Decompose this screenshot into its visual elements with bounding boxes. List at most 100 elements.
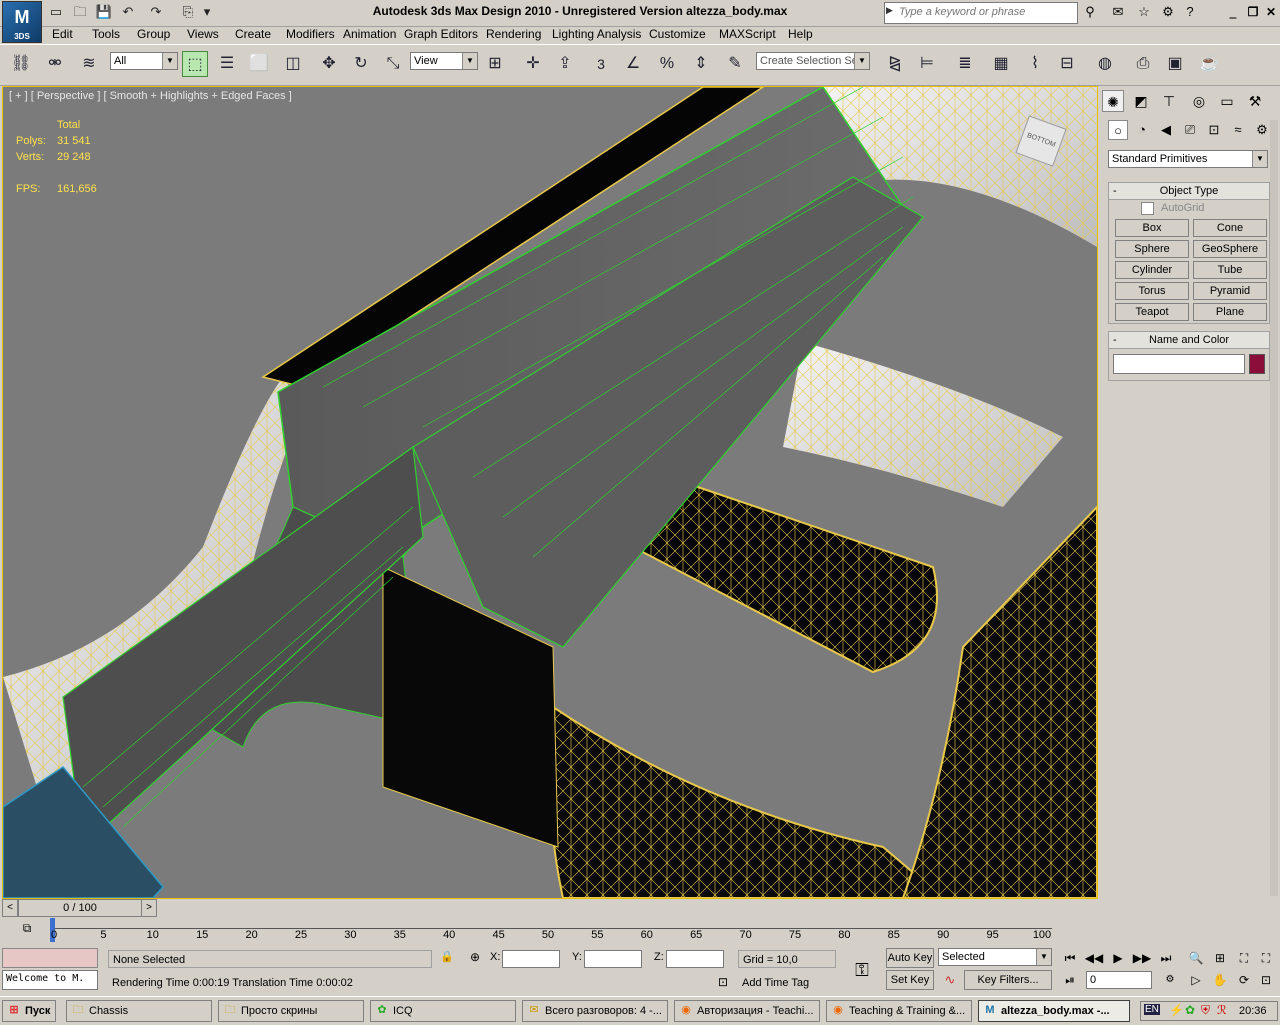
menu-help[interactable]: Help xyxy=(788,27,813,41)
menu-modifiers[interactable]: Modifiers xyxy=(286,27,335,41)
go-to-end-icon[interactable]: ⏭ xyxy=(1156,948,1176,968)
project-folder-icon[interactable]: ⎘ xyxy=(178,3,198,21)
schematic-view-icon[interactable]: ⊟ xyxy=(1054,51,1080,77)
percent-snap-icon[interactable]: % xyxy=(654,51,680,77)
key-mode-toggle-icon[interactable]: ⏯ xyxy=(1060,970,1080,990)
create-tab-icon[interactable]: ✺ xyxy=(1102,90,1124,112)
rendered-frame-window-icon[interactable]: ▣ xyxy=(1162,51,1188,77)
key-mode-dropdown[interactable]: Selected ▼ xyxy=(938,948,1052,966)
object-name-input[interactable] xyxy=(1113,354,1245,374)
angle-snap-icon[interactable]: ∠ xyxy=(620,51,646,77)
previous-key-icon[interactable]: ◀◀ xyxy=(1084,948,1104,968)
task-prosto-skriny[interactable]: 🗀 Просто скрины xyxy=(218,1000,364,1022)
primitive-category-dropdown[interactable]: Standard Primitives ▼ xyxy=(1108,150,1268,168)
language-indicator[interactable]: EN xyxy=(1144,1004,1160,1015)
zoom-all-icon[interactable]: ⊞ xyxy=(1210,948,1230,968)
x-coordinate-input[interactable] xyxy=(502,950,560,968)
next-key-icon[interactable]: ▶▶ xyxy=(1132,948,1152,968)
sphere-button[interactable]: Sphere xyxy=(1115,240,1189,258)
z-coordinate-input[interactable] xyxy=(666,950,724,968)
task-authorization-browser[interactable]: ◉ Авторизация - Teachi... xyxy=(674,1000,820,1022)
plane-button[interactable]: Plane xyxy=(1193,303,1267,321)
field-of-view-icon[interactable]: ▷ xyxy=(1186,970,1206,990)
menu-maxscript[interactable]: MAXScript xyxy=(719,27,776,41)
close-icon[interactable]: ✕ xyxy=(1262,4,1280,20)
torus-button[interactable]: Torus xyxy=(1115,282,1189,300)
time-slider-thumb[interactable]: 0 / 100 xyxy=(18,899,142,917)
antivirus-icon[interactable]: ⛨ xyxy=(1201,1003,1210,1018)
hierarchy-tab-icon[interactable]: ⊤ xyxy=(1158,90,1180,112)
task-icq[interactable]: ✿ ICQ xyxy=(370,1000,516,1022)
undo-icon[interactable]: ↶ xyxy=(118,3,138,21)
space-warps-icon[interactable]: ≈ xyxy=(1228,120,1248,140)
subscription-icon[interactable]: ⚙ xyxy=(1158,3,1178,21)
select-and-link-icon[interactable]: ⛓ xyxy=(8,51,34,77)
maxscript-mini-listener[interactable]: Welcome to M. xyxy=(2,970,98,990)
menu-rendering[interactable]: Rendering xyxy=(486,27,541,41)
auto-key-button[interactable]: Auto Key xyxy=(886,948,934,968)
minimize-icon[interactable]: ‗ xyxy=(1224,4,1242,20)
task-3dsmax[interactable]: Maltezza_body.max -... xyxy=(978,1000,1130,1022)
viewport-label[interactable]: [ + ] [ Perspective ] [ Smooth + Highlig… xyxy=(9,90,292,102)
network-icon[interactable]: ⚡ xyxy=(1169,1003,1184,1017)
menu-animation[interactable]: Animation xyxy=(343,27,396,41)
select-object-icon[interactable]: ⬚ xyxy=(182,51,208,77)
lights-icon[interactable]: ◀ xyxy=(1156,120,1176,140)
select-and-rotate-icon[interactable]: ↻ xyxy=(348,51,374,77)
mirror-icon[interactable]: ⧎ xyxy=(882,51,908,77)
tray-app-icon[interactable]: ℛ xyxy=(1217,1003,1227,1017)
graphite-modeling-tools-icon[interactable]: ▦ xyxy=(988,51,1014,77)
communication-center-icon[interactable]: ✉ xyxy=(1108,3,1128,21)
lock-selection-icon[interactable]: 🔒 xyxy=(440,950,454,966)
helpers-icon[interactable]: ⊡ xyxy=(1204,120,1224,140)
quick-access-dropdown-icon[interactable]: ▾ xyxy=(200,3,214,21)
absolute-mode-transform-icon[interactable]: ⊕ xyxy=(466,950,484,966)
material-editor-icon[interactable]: ◍ xyxy=(1092,51,1118,77)
app-logo-button[interactable]: M 3DS xyxy=(2,1,42,43)
menu-graph-editors[interactable]: Graph Editors xyxy=(404,27,478,41)
add-time-tag-button[interactable]: Add Time Tag xyxy=(738,974,840,992)
box-button[interactable]: Box xyxy=(1115,219,1189,237)
open-file-icon[interactable]: 🗀 xyxy=(70,3,90,21)
cameras-icon[interactable]: ⎚ xyxy=(1180,120,1200,140)
object-color-swatch[interactable] xyxy=(1249,354,1265,374)
curve-editor-icon[interactable]: ⌇ xyxy=(1022,51,1048,77)
select-and-move-icon[interactable]: ✥ xyxy=(316,51,342,77)
autogrid-checkbox[interactable] xyxy=(1141,202,1154,215)
restore-icon[interactable]: ❐ xyxy=(1244,4,1262,20)
search-input[interactable] xyxy=(899,3,1071,21)
zoom-extents-all-icon[interactable]: ⛶ xyxy=(1256,948,1276,968)
zoom-extents-icon[interactable]: ⛶ xyxy=(1234,948,1254,968)
menu-tools[interactable]: Tools xyxy=(92,27,120,41)
snaps-toggle-icon[interactable]: 3 xyxy=(588,51,614,77)
render-setup-icon[interactable]: ⎙ xyxy=(1130,51,1156,77)
set-key-button[interactable]: Set Key xyxy=(886,970,934,990)
icq-tray-icon[interactable]: ✿ xyxy=(1185,1003,1195,1017)
modify-tab-icon[interactable]: ◩ xyxy=(1130,90,1152,112)
keyboard-shortcut-override-icon[interactable]: ⇪ xyxy=(552,51,578,77)
task-conversations[interactable]: ✉ Всего разговоров: 4 -... xyxy=(522,1000,668,1022)
select-manipulate-icon[interactable]: ✛ xyxy=(520,51,546,77)
search-field[interactable]: ▶ xyxy=(884,2,1078,24)
help-icon[interactable]: ? xyxy=(1180,3,1200,21)
pan-view-icon[interactable]: ✋ xyxy=(1210,970,1230,990)
select-and-scale-icon[interactable]: ⤡ xyxy=(380,51,406,77)
maxscript-mini-listener-top[interactable] xyxy=(2,948,98,968)
render-production-icon[interactable]: ☕ xyxy=(1196,51,1222,77)
orbit-icon[interactable]: ⟳ xyxy=(1234,970,1254,990)
key-filters-button[interactable]: Key Filters... xyxy=(964,970,1052,990)
cylinder-button[interactable]: Cylinder xyxy=(1115,261,1189,279)
play-icon[interactable]: ▶ xyxy=(1108,948,1128,968)
geosphere-button[interactable]: GeoSphere xyxy=(1193,240,1267,258)
zoom-icon[interactable]: 🔍 xyxy=(1186,948,1206,968)
selection-filter-dropdown[interactable]: All ▼ xyxy=(110,52,178,70)
set-key-mode-key-icon[interactable]: ⚿ xyxy=(844,954,880,986)
go-to-start-icon[interactable]: ⏮ xyxy=(1060,948,1080,968)
shapes-icon[interactable]: ◔ xyxy=(1132,120,1152,140)
maximize-viewport-icon[interactable]: ⊡ xyxy=(1256,970,1276,990)
cone-button[interactable]: Cone xyxy=(1193,219,1267,237)
named-selection-sets-field[interactable]: Create Selection Se ▼ xyxy=(756,52,870,70)
teapot-button[interactable]: Teapot xyxy=(1115,303,1189,321)
tube-button[interactable]: Tube xyxy=(1193,261,1267,279)
redo-icon[interactable]: ↷ xyxy=(146,3,166,21)
